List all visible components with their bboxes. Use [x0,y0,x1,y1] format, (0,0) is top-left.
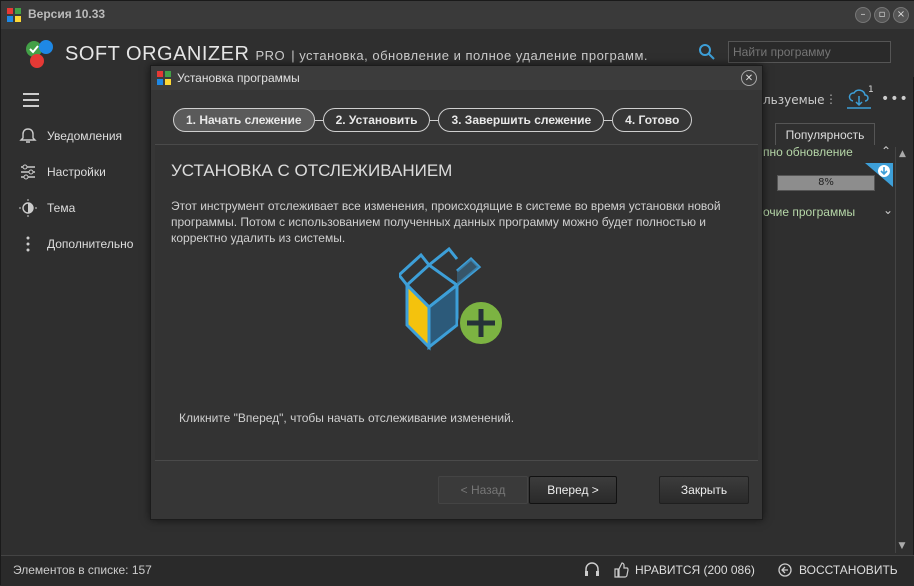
next-button[interactable]: Вперед > [529,476,617,504]
update-progress-bar: 8% [777,175,875,191]
sidebar-item-label: Настройки [47,165,106,179]
group-other-row[interactable]: очие программы ⌄ [763,203,893,223]
version-label: Версия 10.33 [28,7,106,21]
restore-icon [778,563,792,577]
restore-button[interactable]: ВОССТАНОВИТЬ [777,562,898,578]
sidebar-item-label: Уведомления [47,129,123,143]
restore-label: ВОССТАНОВИТЬ [799,563,898,577]
app-logo-small-icon [7,8,21,22]
close-window-button[interactable]: × [893,7,909,23]
bell-icon [19,128,37,143]
scroll-up-icon[interactable]: ▲ [896,149,909,159]
dialog-title: Установка программы [177,71,300,85]
sidebar-item-more[interactable]: Дополнительно [19,235,133,253]
like-button[interactable]: НРАВИТСЯ (200 086) [613,562,755,578]
step-connector [430,119,439,121]
sidebar-item-notifications[interactable]: Уведомления [19,127,122,145]
more-vertical-icon [26,236,30,252]
dialog-close-icon[interactable]: ✕ [741,70,757,86]
step-start-tracking: 1. Начать слежение [173,108,315,132]
like-label: НРАВИТСЯ (200 086) [635,563,755,577]
step-connector [604,119,613,121]
group-updates-row[interactable]: пно обновление ⌃ [763,144,893,163]
sidebar-item-settings[interactable]: Настройки [19,163,106,181]
title-bar: Версия 10.33 – ▫ × [1,1,914,29]
maximize-button[interactable]: ▫ [874,7,890,23]
minimize-button[interactable]: – [855,7,871,23]
brand-title: SOFT ORGANIZER PRO | установка, обновлен… [65,43,648,66]
more-options-icon[interactable]: ••• [881,91,909,107]
sliders-icon [21,164,35,180]
filter-dots-icon[interactable]: ⋮ [825,92,837,106]
status-bar: Элементов в списке: 157 НРАВИТСЯ (200 08… [1,555,914,586]
items-count: Элементов в списке: 157 [13,563,152,577]
theme-icon [19,199,37,217]
dialog-content: УСТАНОВКА С ОТСЛЕЖИВАНИЕМ Этот инструмен… [155,144,758,461]
group-label: пно обновление [763,145,853,159]
back-button[interactable]: < Назад [438,476,528,504]
dialog-title-bar: Установка программы ✕ [151,66,762,90]
filter-label[interactable]: льзуемые [763,93,825,107]
step-install: 2. Установить [322,108,431,132]
step-done: 4. Готово [612,108,693,132]
sidebar-item-label: Тема [47,201,76,215]
step-connector [314,119,323,121]
program-list-pane: льзуемые ⋮ 1 ••• Популярность пно обновл… [759,77,914,555]
sidebar-item-label: Дополнительно [47,237,134,251]
content-heading: УСТАНОВКА С ОТСЛЕЖИВАНИЕМ [171,161,453,180]
brand-edition: PRO [255,48,286,63]
brand-name: SOFT ORGANIZER [65,43,250,65]
brand-tagline: | установка, обновление и полное удалени… [291,48,648,63]
install-dialog: Установка программы ✕ 1. Начать слежение… [150,65,763,520]
content-hint: Кликните "Вперед", чтобы начать отслежив… [179,411,515,425]
sidebar-item-theme[interactable]: Тема [19,199,75,217]
wizard-steps: 1. Начать слежение 2. Установить 3. Заве… [173,108,693,132]
install-box-icon [399,247,504,351]
chevron-up-icon[interactable]: ⌃ [881,144,891,158]
app-logo-icon [26,40,53,68]
step-finish-tracking: 3. Завершить слежение [438,108,605,132]
close-button[interactable]: Закрыть [659,476,749,504]
group-label: очие программы [763,205,856,219]
scroll-down-icon[interactable]: ▼ [896,541,908,551]
thumbs-up-icon [614,562,629,578]
scrollbar[interactable]: ▲ ▼ [895,147,909,553]
update-count-badge: 1 [868,85,874,95]
sidebar: Уведомления Настройки Тема Дополнительно [1,77,156,555]
search-icon[interactable] [698,43,716,61]
search-input[interactable] [728,41,891,63]
dialog-logo-icon [157,71,171,85]
chevron-down-icon[interactable]: ⌄ [883,203,893,217]
headset-icon[interactable] [583,561,601,579]
content-description: Этот инструмент отслеживает все изменени… [171,199,721,245]
menu-icon[interactable] [23,93,39,111]
column-header-popularity[interactable]: Популярность [775,123,875,145]
